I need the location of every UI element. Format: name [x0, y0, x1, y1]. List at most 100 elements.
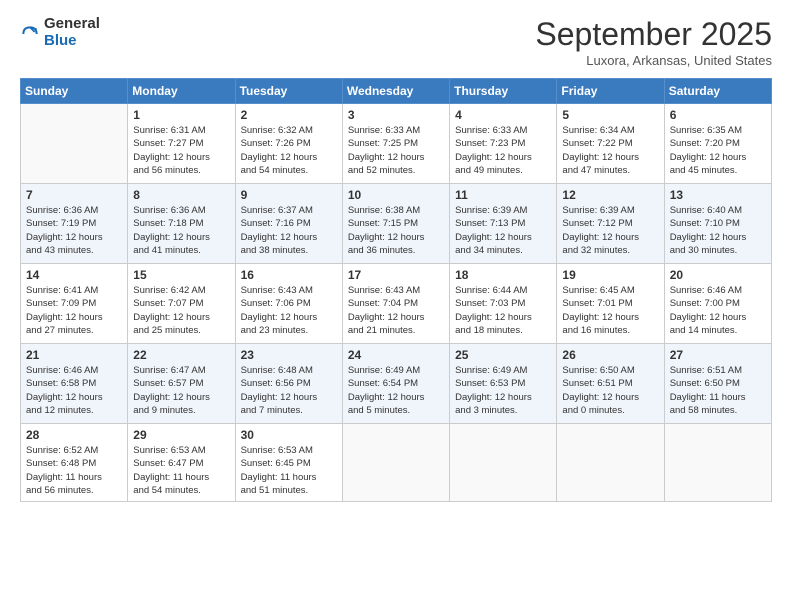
col-thursday: Thursday	[450, 79, 557, 104]
day-number: 27	[670, 348, 766, 362]
day-info: Sunrise: 6:47 AMSunset: 6:57 PMDaylight:…	[133, 364, 229, 417]
day-info: Sunrise: 6:51 AMSunset: 6:50 PMDaylight:…	[670, 364, 766, 417]
table-row: 2Sunrise: 6:32 AMSunset: 7:26 PMDaylight…	[235, 104, 342, 184]
calendar-week-row: 28Sunrise: 6:52 AMSunset: 6:48 PMDayligh…	[21, 424, 772, 502]
table-row: 3 Sunrise: 6:33 AMSunset: 7:25 PMDaylight…	[342, 104, 449, 184]
day-number: 29	[133, 428, 229, 442]
day-number: 7	[26, 188, 122, 202]
day-number: 9	[241, 188, 337, 202]
day-number: 14	[26, 268, 122, 282]
day-info: Sunrise: 6:43 AMSunset: 7:06 PMDaylight:…	[241, 284, 337, 337]
day-info: Sunrise: 6:50 AMSunset: 6:51 PMDaylight:…	[562, 364, 658, 417]
calendar-week-row: 14 Sunrise: 6:41 AMSunset: 7:09 PMDayligh…	[21, 264, 772, 344]
logo-text: General Blue	[44, 16, 100, 49]
day-number: 19	[562, 268, 658, 282]
day-number: 11	[455, 188, 551, 202]
table-row: 14 Sunrise: 6:41 AMSunset: 7:09 PMDayligh…	[21, 264, 128, 344]
table-row: 21Sunrise: 6:46 AMSunset: 6:58 PMDayligh…	[21, 344, 128, 424]
day-number: 24	[348, 348, 444, 362]
calendar-header-row: Sunday Monday Tuesday Wednesday Thursday…	[21, 79, 772, 104]
table-row: 10Sunrise: 6:38 AMSunset: 7:15 PMDayligh…	[342, 184, 449, 264]
table-row: 30 Sunrise: 6:53 AMSunset: 6:45 PMDayligh…	[235, 424, 342, 502]
day-number: 26	[562, 348, 658, 362]
calendar-table: Sunday Monday Tuesday Wednesday Thursday…	[20, 78, 772, 502]
logo-blue-text: Blue	[44, 33, 100, 50]
table-row	[21, 104, 128, 184]
table-row: 5 Sunrise: 6:34 AMSunset: 7:22 PMDaylight…	[557, 104, 664, 184]
day-info: Sunrise: 6:45 AMSunset: 7:01 PMDaylight:…	[562, 284, 658, 337]
title-block: September 2025 Luxora, Arkansas, United …	[535, 16, 772, 68]
table-row: 4 Sunrise: 6:33 AMSunset: 7:23 PMDaylight…	[450, 104, 557, 184]
day-info: Sunrise: 6:36 AMSunset: 7:18 PMDaylight:…	[133, 204, 229, 257]
page: General Blue September 2025 Luxora, Arka…	[0, 0, 792, 612]
col-sunday: Sunday	[21, 79, 128, 104]
day-info: Sunrise: 6:33 AMSunset: 7:25 PMDaylight:…	[348, 124, 444, 177]
calendar-week-row: 7 Sunrise: 6:36 AMSunset: 7:19 PMDaylight…	[21, 184, 772, 264]
day-number: 10	[348, 188, 444, 202]
day-info: Sunrise: 6:31 AMSunset: 7:27 PMDaylight:…	[133, 124, 229, 177]
day-info: Sunrise: 6:35 AMSunset: 7:20 PMDaylight:…	[670, 124, 766, 177]
table-row: 23Sunrise: 6:48 AMSunset: 6:56 PMDayligh…	[235, 344, 342, 424]
table-row	[664, 424, 771, 502]
table-row: 7 Sunrise: 6:36 AMSunset: 7:19 PMDaylight…	[21, 184, 128, 264]
table-row: 15 Sunrise: 6:42 AMSunset: 7:07 PMDayligh…	[128, 264, 235, 344]
table-row	[557, 424, 664, 502]
location-subtitle: Luxora, Arkansas, United States	[535, 53, 772, 68]
table-row: 20Sunrise: 6:46 AMSunset: 7:00 PMDayligh…	[664, 264, 771, 344]
table-row: 29 Sunrise: 6:53 AMSunset: 6:47 PMDayligh…	[128, 424, 235, 502]
table-row: 9Sunrise: 6:37 AMSunset: 7:16 PMDaylight…	[235, 184, 342, 264]
day-number: 18	[455, 268, 551, 282]
day-info: Sunrise: 6:42 AMSunset: 7:07 PMDaylight:…	[133, 284, 229, 337]
month-title: September 2025	[535, 16, 772, 53]
day-info: Sunrise: 6:52 AMSunset: 6:48 PMDaylight:…	[26, 444, 122, 497]
table-row: 24 Sunrise: 6:49 AMSunset: 6:54 PMDayligh…	[342, 344, 449, 424]
logo-icon	[20, 24, 40, 44]
table-row: 18 Sunrise: 6:44 AMSunset: 7:03 PMDayligh…	[450, 264, 557, 344]
col-tuesday: Tuesday	[235, 79, 342, 104]
day-number: 25	[455, 348, 551, 362]
table-row: 13Sunrise: 6:40 AMSunset: 7:10 PMDayligh…	[664, 184, 771, 264]
day-info: Sunrise: 6:39 AMSunset: 7:12 PMDaylight:…	[562, 204, 658, 257]
calendar-week-row: 1 Sunrise: 6:31 AMSunset: 7:27 PMDaylight…	[21, 104, 772, 184]
table-row: 11 Sunrise: 6:39 AMSunset: 7:13 PMDayligh…	[450, 184, 557, 264]
day-info: Sunrise: 6:41 AMSunset: 7:09 PMDaylight:…	[26, 284, 122, 337]
day-info: Sunrise: 6:33 AMSunset: 7:23 PMDaylight:…	[455, 124, 551, 177]
day-number: 17	[348, 268, 444, 282]
table-row	[450, 424, 557, 502]
day-info: Sunrise: 6:49 AMSunset: 6:53 PMDaylight:…	[455, 364, 551, 417]
col-monday: Monday	[128, 79, 235, 104]
table-row: 26 Sunrise: 6:50 AMSunset: 6:51 PMDayligh…	[557, 344, 664, 424]
header: General Blue September 2025 Luxora, Arka…	[20, 16, 772, 68]
calendar-week-row: 21Sunrise: 6:46 AMSunset: 6:58 PMDayligh…	[21, 344, 772, 424]
day-info: Sunrise: 6:53 AMSunset: 6:45 PMDaylight:…	[241, 444, 337, 497]
day-number: 16	[241, 268, 337, 282]
col-saturday: Saturday	[664, 79, 771, 104]
day-number: 5	[562, 108, 658, 122]
table-row: 16 Sunrise: 6:43 AMSunset: 7:06 PMDayligh…	[235, 264, 342, 344]
logo-general-text: General	[44, 16, 100, 33]
day-number: 3	[348, 108, 444, 122]
col-friday: Friday	[557, 79, 664, 104]
day-number: 15	[133, 268, 229, 282]
day-number: 20	[670, 268, 766, 282]
day-info: Sunrise: 6:53 AMSunset: 6:47 PMDaylight:…	[133, 444, 229, 497]
day-number: 13	[670, 188, 766, 202]
day-info: Sunrise: 6:34 AMSunset: 7:22 PMDaylight:…	[562, 124, 658, 177]
day-number: 4	[455, 108, 551, 122]
table-row: 6Sunrise: 6:35 AMSunset: 7:20 PMDaylight…	[664, 104, 771, 184]
col-wednesday: Wednesday	[342, 79, 449, 104]
day-number: 8	[133, 188, 229, 202]
day-info: Sunrise: 6:36 AMSunset: 7:19 PMDaylight:…	[26, 204, 122, 257]
day-number: 22	[133, 348, 229, 362]
table-row: 12 Sunrise: 6:39 AMSunset: 7:12 PMDayligh…	[557, 184, 664, 264]
day-number: 12	[562, 188, 658, 202]
day-number: 30	[241, 428, 337, 442]
day-number: 21	[26, 348, 122, 362]
day-info: Sunrise: 6:44 AMSunset: 7:03 PMDaylight:…	[455, 284, 551, 337]
table-row: 19 Sunrise: 6:45 AMSunset: 7:01 PMDayligh…	[557, 264, 664, 344]
day-info: Sunrise: 6:49 AMSunset: 6:54 PMDaylight:…	[348, 364, 444, 417]
table-row: 27 Sunrise: 6:51 AMSunset: 6:50 PMDayligh…	[664, 344, 771, 424]
day-number: 23	[241, 348, 337, 362]
day-number: 1	[133, 108, 229, 122]
day-info: Sunrise: 6:39 AMSunset: 7:13 PMDaylight:…	[455, 204, 551, 257]
